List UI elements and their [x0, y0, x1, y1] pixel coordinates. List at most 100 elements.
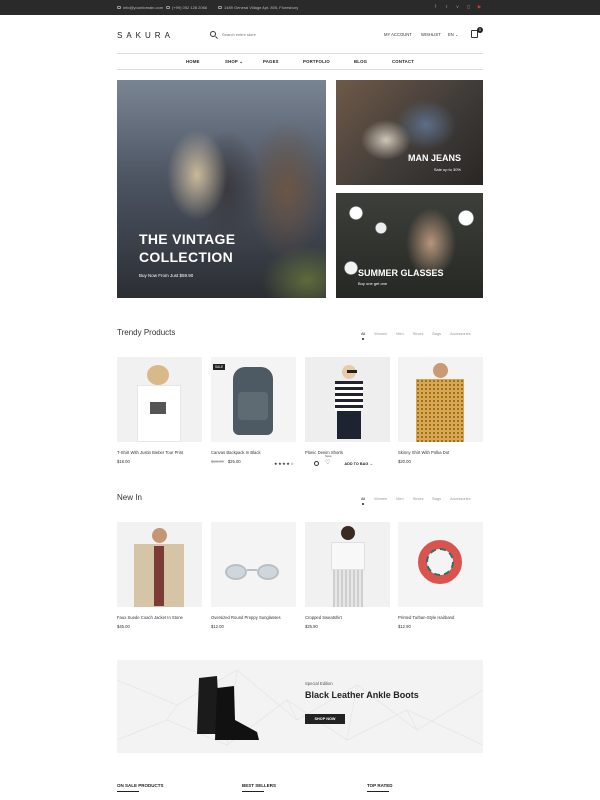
address-contact: 1489 General Village Apt. 805, Floresbur…	[218, 5, 298, 10]
product-card[interactable]: Cropped Sweatshirt $25.90	[305, 522, 390, 629]
product-image[interactable]	[398, 522, 483, 607]
tab-all[interactable]: All	[361, 332, 365, 340]
tab-bags[interactable]: Bags	[432, 497, 441, 501]
product-name[interactable]: Plonic Denim Shorts	[305, 450, 390, 455]
language-select[interactable]: EN ⌄	[448, 32, 459, 37]
save-tooltip: Save	[325, 454, 332, 458]
tab-bags[interactable]: Bags	[432, 332, 441, 336]
product-image[interactable]	[117, 357, 202, 442]
product-card[interactable]: Printed Turban-Style Hairband $12.90	[398, 522, 483, 629]
feature-headline: Black Leather Ankle Boots	[305, 690, 419, 700]
twitter-icon[interactable]: t	[444, 4, 449, 9]
search-input[interactable]	[222, 30, 362, 39]
feature-banner: Special Edition Black Leather Ankle Boot…	[117, 660, 483, 753]
product-card[interactable]: Plonic Denim Shorts Save ♡ ADD TO BAG →	[305, 357, 390, 466]
banner-jeans-title: MAN JEANS	[407, 153, 461, 163]
product-card[interactable]: Skinny Shirt With Polka Dot $20.00	[398, 357, 483, 464]
wishlist-link[interactable]: WISHLIST	[421, 32, 441, 37]
product-image[interactable]	[117, 522, 202, 607]
tab-men[interactable]: Men	[396, 332, 403, 336]
quick-view-icon[interactable]	[314, 461, 319, 466]
instagram-icon[interactable]: ◻	[466, 4, 471, 9]
chevron-down-icon: ⌄	[237, 59, 244, 64]
tab-shoes[interactable]: Shoes	[413, 332, 424, 336]
banner-vintage-collection[interactable]: THE VINTAGE COLLECTION Buy Now From Just…	[117, 80, 326, 298]
nav-portfolio[interactable]: PORTFOLIO	[303, 59, 330, 64]
tab-women[interactable]: Women	[374, 497, 387, 501]
phone-text[interactable]: (+99) 052 128 2066	[172, 5, 207, 10]
tab-women[interactable]: Women	[374, 332, 387, 336]
chevron-down-icon: ⌄	[453, 32, 459, 37]
nav-contact[interactable]: CONTACT	[392, 59, 414, 64]
add-to-bag-label: ADD TO BAG	[344, 461, 369, 466]
vimeo-icon[interactable]: v	[455, 4, 460, 9]
youtube-icon[interactable]: ▶	[477, 4, 482, 9]
add-to-bag-button[interactable]: ADD TO BAG →	[344, 462, 373, 466]
site-logo[interactable]: SAKURA	[117, 31, 174, 40]
arrow-right-icon: →	[368, 461, 374, 466]
product-card[interactable]: T-Shirt With Justin Bieber Tour Print $1…	[117, 357, 202, 464]
trendy-products-title: Trendy Products	[117, 328, 176, 337]
ankle-boots-image	[197, 676, 259, 740]
product-name[interactable]: Canvas Backpack In Black	[211, 450, 296, 455]
product-card[interactable]: Oversized Round Preppy Sunglasses $12.00	[211, 522, 296, 629]
trendy-filter-tabs: All Women Men Shoes Bags Accessories	[361, 332, 471, 340]
network-pattern	[117, 669, 483, 746]
new-in-title: New In	[117, 493, 142, 502]
banner-jeans-subtitle: Sale up to 30%	[433, 167, 461, 172]
location-icon	[218, 6, 222, 9]
banner-vintage-subtitle: Buy Now From Just $59.90	[139, 273, 194, 278]
tab-shoes[interactable]: Shoes	[413, 497, 424, 501]
product-name[interactable]: Faux Suede Coach Jacket In Stone	[117, 615, 202, 620]
product-name[interactable]: T-Shirt With Justin Bieber Tour Print	[117, 450, 202, 455]
product-price: $25.90	[305, 624, 318, 629]
tab-all[interactable]: All	[361, 497, 365, 505]
product-image[interactable]	[305, 522, 390, 607]
product-image[interactable]: SALE	[211, 357, 296, 442]
product-name[interactable]: Oversized Round Preppy Sunglasses	[211, 615, 296, 620]
product-price: $12.00	[211, 624, 224, 629]
product-card[interactable]: Faux Suede Coach Jacket In Stone $45.00	[117, 522, 202, 629]
nav-shop-label: SHOP	[225, 59, 238, 64]
banner-man-jeans[interactable]: MAN JEANS Sale up to 30%	[336, 80, 483, 185]
product-image[interactable]	[305, 357, 390, 442]
product-rating: ★★★★☆	[274, 461, 295, 466]
tab-men[interactable]: Men	[396, 497, 403, 501]
nav-pages[interactable]: PAGES	[263, 59, 279, 64]
product-name[interactable]: Cropped Sweatshirt	[305, 615, 390, 620]
wishlist-heart-icon[interactable]: ♡	[325, 460, 330, 466]
product-actions: ♡ ADD TO BAG →	[314, 460, 373, 466]
best-sellers-heading: BEST SELLERS	[242, 783, 277, 792]
tab-accessories[interactable]: Accessories	[450, 332, 470, 336]
phone-contact[interactable]: (+99) 052 128 2066	[166, 5, 207, 10]
cart-count-badge: 0	[477, 27, 483, 33]
shop-now-button[interactable]: SHOP NOW	[305, 714, 345, 724]
banner-vintage-title-line1: THE VINTAGE	[139, 231, 236, 247]
facebook-icon[interactable]: f	[433, 4, 438, 9]
product-name[interactable]: Printed Turban-Style Hairband	[398, 615, 483, 620]
email-contact[interactable]: info@yourdomain.com	[117, 5, 163, 10]
top-bar: info@yourdomain.com (+99) 052 128 2066 1…	[0, 0, 600, 15]
new-in-filter-tabs: All Women Men Shoes Bags Accessories	[361, 497, 471, 505]
feature-kicker: Special Edition	[305, 681, 333, 686]
main-nav: HOME SHOP ⌄ PAGES PORTFOLIO BLOG CONTACT	[117, 53, 483, 70]
nav-home[interactable]: HOME	[186, 59, 200, 64]
top-rated-heading: TOP RATED	[367, 783, 393, 792]
product-sale-price: $25.00	[227, 459, 241, 464]
product-card[interactable]: SALE Canvas Backpack In Black $28.00 $25.…	[211, 357, 296, 466]
tab-accessories[interactable]: Accessories	[450, 497, 470, 501]
product-price: $45.00	[117, 624, 130, 629]
product-image[interactable]	[398, 357, 483, 442]
product-price: $12.90	[398, 624, 411, 629]
nav-blog[interactable]: BLOG	[354, 59, 367, 64]
my-account-link[interactable]: MY ACCOUNT	[384, 32, 412, 37]
banner-vintage-title: THE VINTAGE COLLECTION	[139, 230, 235, 266]
product-image[interactable]	[211, 522, 296, 607]
banner-summer-glasses[interactable]: SUMMER GLASSES Buy one get one	[336, 193, 483, 298]
email-text[interactable]: info@yourdomain.com	[123, 5, 163, 10]
product-old-price: $28.00	[211, 459, 224, 464]
search-icon[interactable]	[210, 31, 216, 37]
product-name[interactable]: Skinny Shirt With Polka Dot	[398, 450, 483, 455]
on-sale-products-heading: ON SALE PRODUCTS	[117, 783, 164, 792]
nav-shop[interactable]: SHOP ⌄	[225, 59, 243, 65]
